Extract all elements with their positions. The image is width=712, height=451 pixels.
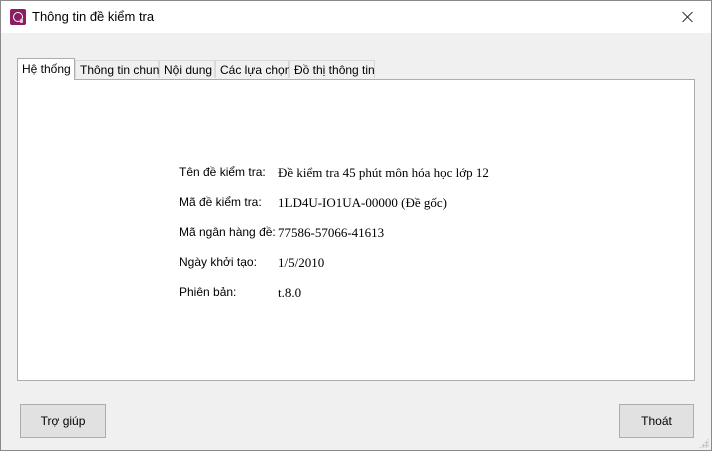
info-value: 1/5/2010 [278,255,325,270]
resize-grip-icon[interactable] [699,438,709,448]
info-label: Tên đề kiểm tra: [179,165,266,179]
info-row-ma-ngan-hang: Mã ngân hàng đề: 77586-57066-41613 [18,225,678,243]
info-value: t.8.0 [278,285,302,300]
info-value: 77586-57066-41613 [278,225,385,240]
tab-he-thong[interactable]: Hệ thống [17,58,75,80]
info-label: Mã đề kiểm tra: [179,195,262,209]
window-title: Thông tin đề kiểm tra [32,9,155,24]
info-row-ten-de: Tên đề kiểm tra: Đề kiểm tra 45 phút môn… [18,165,678,183]
info-label: Phiên bản: [179,285,237,299]
info-value: 1LD4U-IO1UA-00000 (Đề gốc) [278,195,447,210]
exit-button[interactable]: Thoát [619,404,694,438]
info-row-ngay-khoi-tao: Ngày khởi tạo: 1/5/2010 [18,255,678,273]
info-row-phien-ban: Phiên bản: t.8.0 [18,285,678,303]
help-button[interactable]: Trợ giúp [20,404,106,438]
tab-cac-lua-chon[interactable]: Các lựa chọn [215,60,291,78]
info-label: Ngày khởi tạo: [179,255,257,269]
tab-do-thi-thong-tin[interactable]: Đồ thị thông tin [289,60,375,78]
tab-noi-dung[interactable]: Nội dung [159,60,215,78]
tab-thong-tin-chung[interactable]: Thông tin chung [75,60,166,78]
tab-panel-he-thong: Tên đề kiểm tra: Đề kiểm tra 45 phút môn… [17,79,695,381]
info-value: Đề kiểm tra 45 phút môn hóa học lớp 12 [278,165,489,180]
info-label: Mã ngân hàng đề: [179,225,276,239]
dialog-window: Thông tin đề kiểm tra Hệ thống Thông tin… [0,0,712,451]
close-icon[interactable] [665,1,711,33]
app-icon [10,9,26,25]
info-row-ma-de: Mã đề kiểm tra: 1LD4U-IO1UA-00000 (Đề gố… [18,195,678,213]
title-bar: Thông tin đề kiểm tra [1,1,711,33]
